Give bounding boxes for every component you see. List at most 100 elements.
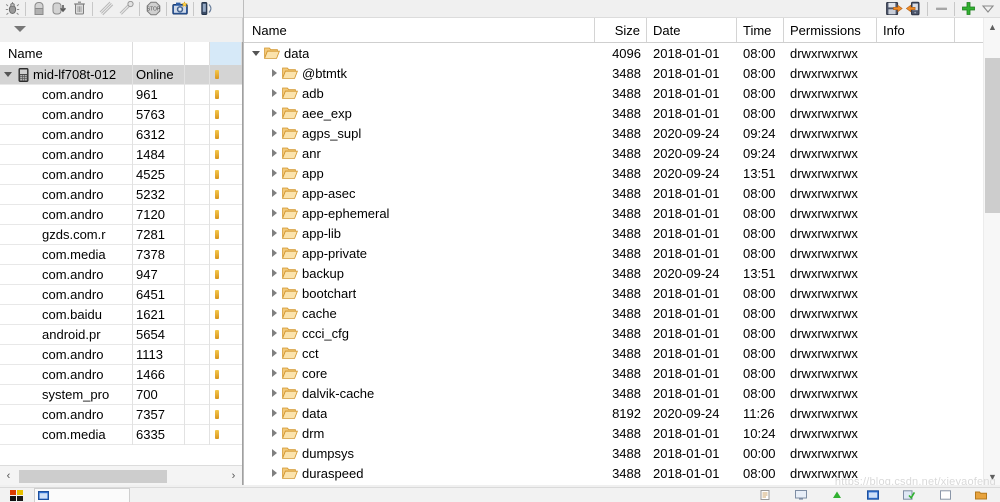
- new-folder-icon[interactable]: [958, 0, 978, 17]
- update-heap-icon[interactable]: [29, 0, 49, 17]
- file-name-cell[interactable]: @btmtk: [244, 63, 595, 83]
- chevron-right-icon[interactable]: [268, 83, 280, 103]
- process-row[interactable]: com.andro 7120: [0, 204, 242, 225]
- file-list[interactable]: data 4096 2018-01-01 08:00 drwxrwxrwx @btmtk 3…: [244, 43, 1000, 485]
- file-row[interactable]: aee_exp 3488 2018-01-01 08:00 drwxrwxrwx: [244, 103, 1000, 123]
- hscroll-thumb[interactable]: [19, 469, 167, 483]
- push-file-icon[interactable]: [904, 0, 924, 17]
- column-header-info[interactable]: Info: [877, 18, 955, 42]
- chevron-right-icon[interactable]: [268, 123, 280, 143]
- file-row[interactable]: app-private 3488 2018-01-01 08:00 drwxrwxrwx: [244, 243, 1000, 263]
- chevron-right-icon[interactable]: [268, 363, 280, 383]
- devices-column-3[interactable]: [185, 42, 210, 65]
- file-name-cell[interactable]: agps_supl: [244, 123, 595, 143]
- process-row[interactable]: com.andro 6451: [0, 284, 242, 305]
- devices-column-2[interactable]: [133, 42, 185, 65]
- vscroll-up-arrow[interactable]: ▲: [984, 18, 1000, 35]
- debug-process-icon[interactable]: [2, 0, 22, 17]
- column-header-date[interactable]: Date: [647, 18, 737, 42]
- chevron-right-icon[interactable]: [268, 423, 280, 443]
- file-name-cell[interactable]: dalvik-cache: [244, 383, 595, 403]
- tray-folder-icon[interactable]: [968, 488, 994, 502]
- column-header-permissions[interactable]: Permissions: [784, 18, 877, 42]
- file-row[interactable]: agps_supl 3488 2020-09-24 09:24 drwxrwxrwx: [244, 123, 1000, 143]
- file-row[interactable]: cct 3488 2018-01-01 08:00 drwxrwxrwx: [244, 343, 1000, 363]
- file-name-cell[interactable]: anr: [244, 143, 595, 163]
- tray-monitor-icon[interactable]: [788, 488, 814, 502]
- process-row[interactable]: com.andro 5232: [0, 184, 242, 205]
- pull-file-icon[interactable]: [884, 0, 904, 17]
- file-name-cell[interactable]: data: [244, 43, 595, 63]
- process-row[interactable]: com.andro 1113: [0, 344, 242, 365]
- process-row[interactable]: com.andro 1466: [0, 364, 242, 385]
- file-explorer-vscrollbar[interactable]: ▲ ▼: [983, 18, 1000, 485]
- chevron-right-icon[interactable]: [268, 243, 280, 263]
- file-name-cell[interactable]: adb: [244, 83, 595, 103]
- chevron-down-icon[interactable]: [4, 72, 12, 77]
- file-row[interactable]: anr 3488 2020-09-24 09:24 drwxrwxrwx: [244, 143, 1000, 163]
- file-row[interactable]: app-ephemeral 3488 2018-01-01 08:00 drwxrwxr…: [244, 203, 1000, 223]
- view-menu-icon[interactable]: [978, 0, 998, 17]
- dump-hprof-icon[interactable]: [49, 0, 69, 17]
- file-name-cell[interactable]: duraspeed: [244, 463, 595, 483]
- chevron-right-icon[interactable]: [268, 143, 280, 163]
- file-row[interactable]: drm 3488 2018-01-01 10:24 drwxrwxrwx: [244, 423, 1000, 443]
- stop-process-icon[interactable]: STOP: [143, 0, 163, 17]
- chevron-right-icon[interactable]: [268, 283, 280, 303]
- tray-blue-icon[interactable]: [860, 488, 886, 502]
- tray-window-icon[interactable]: [932, 488, 958, 502]
- process-row[interactable]: com.andro 1484: [0, 144, 242, 165]
- chevron-right-icon[interactable]: [268, 343, 280, 363]
- process-row[interactable]: com.andro 961: [0, 84, 242, 105]
- chevron-down-icon[interactable]: [14, 26, 26, 32]
- process-row[interactable]: com.andro 5763: [0, 104, 242, 125]
- chevron-right-icon[interactable]: [268, 463, 280, 483]
- process-row[interactable]: com.andro 7357: [0, 404, 242, 425]
- device-panel-icon[interactable]: [197, 0, 217, 17]
- taskbar-window-button[interactable]: [34, 488, 130, 502]
- process-row[interactable]: com.andro 947: [0, 264, 242, 285]
- taskbar-start-icon[interactable]: [4, 488, 30, 502]
- tray-document-icon[interactable]: [752, 488, 778, 502]
- file-row[interactable]: core 3488 2018-01-01 08:00 drwxrwxrwx: [244, 363, 1000, 383]
- chevron-right-icon[interactable]: [268, 383, 280, 403]
- process-row[interactable]: android.pr 5654: [0, 324, 242, 345]
- file-row[interactable]: cache 3488 2018-01-01 08:00 drwxrwxrwx: [244, 303, 1000, 323]
- file-name-cell[interactable]: backup: [244, 263, 595, 283]
- chevron-down-icon[interactable]: [250, 43, 262, 63]
- devices-view-menu-strip[interactable]: [0, 18, 243, 42]
- process-row[interactable]: com.baidu 1621: [0, 304, 242, 325]
- file-row[interactable]: bootchart 3488 2018-01-01 08:00 drwxrwxrwx: [244, 283, 1000, 303]
- file-row[interactable]: data 8192 2020-09-24 11:26 drwxrwxrwx: [244, 403, 1000, 423]
- chevron-right-icon[interactable]: [268, 403, 280, 423]
- process-row[interactable]: com.andro 4525: [0, 164, 242, 185]
- tray-green-icon[interactable]: [824, 488, 850, 502]
- file-name-cell[interactable]: app-asec: [244, 183, 595, 203]
- file-name-cell[interactable]: dumpsys: [244, 443, 595, 463]
- file-name-cell[interactable]: cct: [244, 343, 595, 363]
- chevron-right-icon[interactable]: [268, 163, 280, 183]
- file-row[interactable]: dalvik-cache 3488 2018-01-01 08:00 drwxrwxrw…: [244, 383, 1000, 403]
- file-row[interactable]: app 3488 2020-09-24 13:51 drwxrwxrwx: [244, 163, 1000, 183]
- hscroll-left-arrow[interactable]: ‹: [0, 466, 17, 485]
- process-row[interactable]: com.media 6335: [0, 424, 242, 445]
- process-row[interactable]: system_pro 700: [0, 384, 242, 405]
- chevron-right-icon[interactable]: [268, 63, 280, 83]
- chevron-right-icon[interactable]: [268, 303, 280, 323]
- file-row[interactable]: duraspeed 3488 2018-01-01 08:00 drwxrwxrwx: [244, 463, 1000, 483]
- chevron-right-icon[interactable]: [268, 183, 280, 203]
- file-row[interactable]: @btmtk 3488 2018-01-01 08:00 drwxrwxrwx: [244, 63, 1000, 83]
- update-threads-icon[interactable]: [96, 0, 116, 17]
- file-row[interactable]: app-lib 3488 2018-01-01 08:00 drwxrwxrwx: [244, 223, 1000, 243]
- chevron-right-icon[interactable]: [268, 443, 280, 463]
- file-name-cell[interactable]: core: [244, 363, 595, 383]
- file-name-cell[interactable]: aee_exp: [244, 103, 595, 123]
- file-name-cell[interactable]: cache: [244, 303, 595, 323]
- file-row[interactable]: dumpsys 3488 2018-01-01 00:00 drwxrwxrwx: [244, 443, 1000, 463]
- file-name-cell[interactable]: app-ephemeral: [244, 203, 595, 223]
- file-row[interactable]: adb 3488 2018-01-01 08:00 drwxrwxrwx: [244, 83, 1000, 103]
- file-name-cell[interactable]: bootchart: [244, 283, 595, 303]
- file-name-cell[interactable]: app-private: [244, 243, 595, 263]
- devices-list[interactable]: mid-lf708t-012 Online com.andro 961 com.an…: [0, 65, 242, 464]
- devices-column-4-selected[interactable]: [210, 42, 242, 65]
